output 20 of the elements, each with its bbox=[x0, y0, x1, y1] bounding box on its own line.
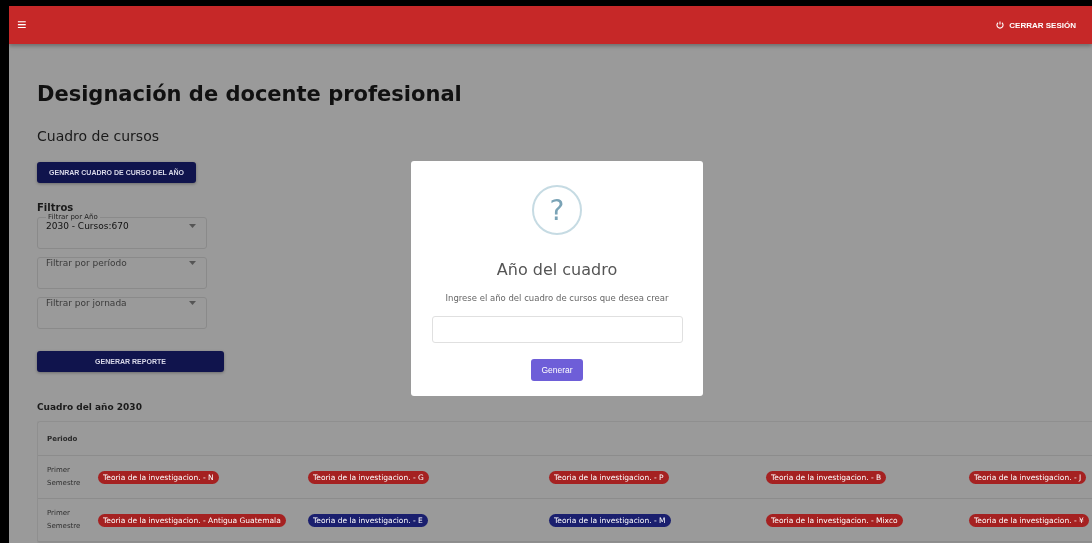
select-placeholder: Filtrar por jornada bbox=[46, 298, 127, 308]
question-icon: ? bbox=[532, 185, 582, 235]
generate-button[interactable]: Generar bbox=[531, 359, 583, 381]
select-value: 2030 - Cursos:670 bbox=[46, 221, 129, 231]
table-title: Cuadro del año 2030 bbox=[37, 402, 142, 412]
dialog-text: Ingrese el año del cuadro de cursos que desea crear bbox=[445, 293, 669, 303]
power-icon bbox=[996, 21, 1005, 29]
section-title: Cuadro de cursos bbox=[37, 128, 159, 144]
caret-icon bbox=[189, 301, 196, 305]
page-title: Designación de docente profesional bbox=[37, 82, 462, 106]
select-field[interactable]: Filtrar por período bbox=[37, 257, 207, 289]
dialog-title: Año del cuadro bbox=[496, 260, 618, 279]
menu-button[interactable]: ≡ bbox=[13, 17, 31, 33]
filters-heading: Filtros bbox=[37, 202, 74, 213]
select-field[interactable]: Filtrar por jornada bbox=[37, 297, 207, 329]
caret-icon bbox=[189, 261, 196, 265]
caret-icon bbox=[189, 224, 196, 228]
year-input[interactable] bbox=[431, 316, 683, 343]
logout-button[interactable]: CERRAR SESIÓN bbox=[992, 16, 1080, 34]
select-placeholder: Filtrar por período bbox=[46, 258, 127, 268]
